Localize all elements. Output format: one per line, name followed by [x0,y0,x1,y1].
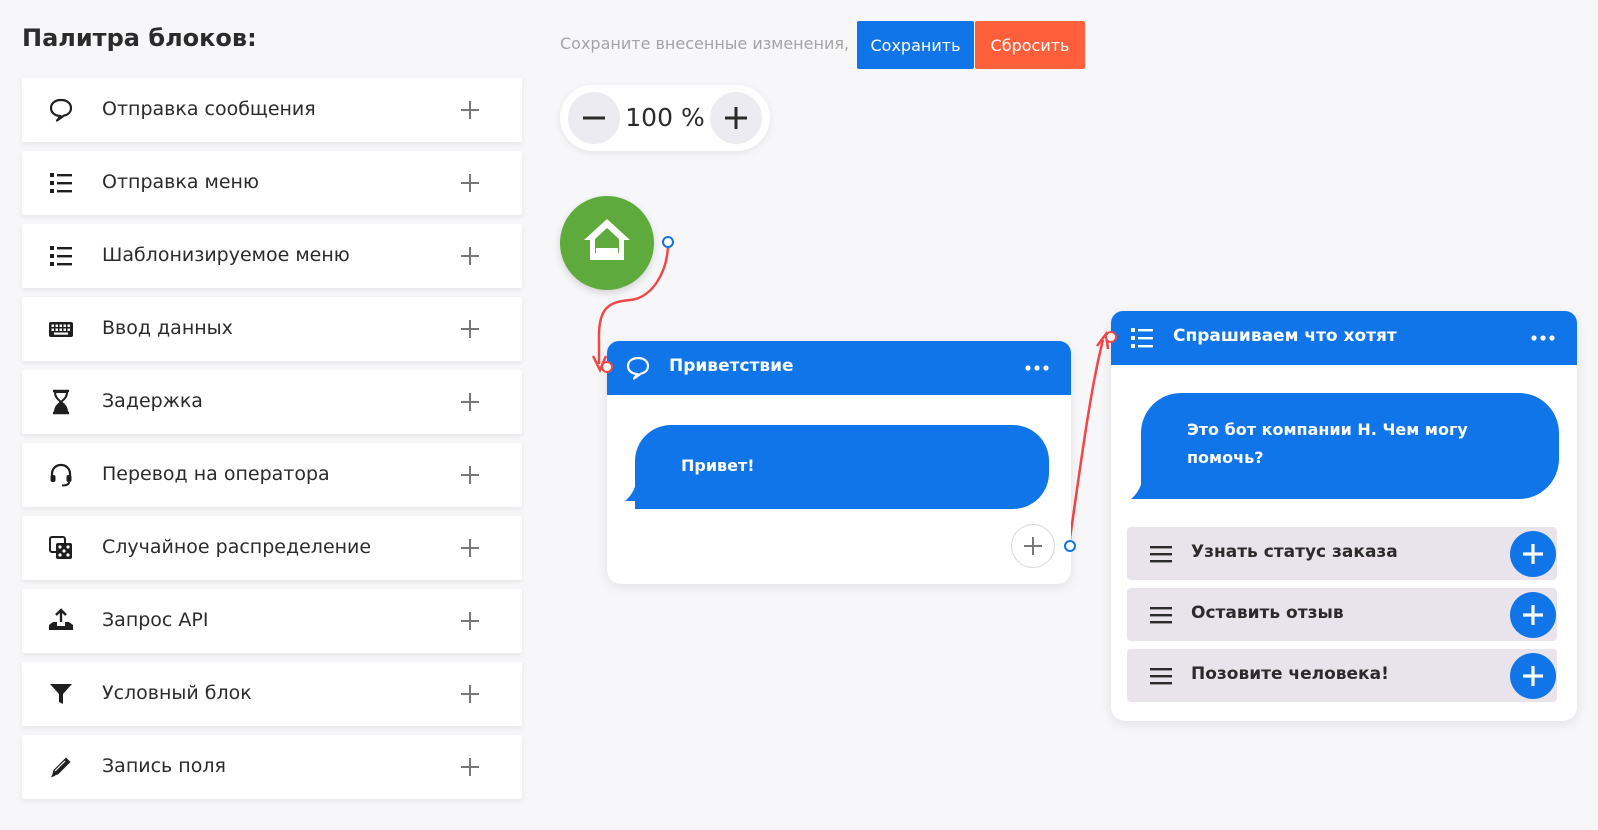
plus-icon [1523,666,1543,686]
message-text: Привет! [681,456,755,475]
connector-greeting-to-menu [1067,339,1105,546]
menu-option-label: Позовите человека! [1191,664,1389,684]
message-text: Это бот компании Н. Чем могу [1187,420,1468,439]
menu-option-label: Оставить отзыв [1191,603,1344,623]
speech-bubble-icon [626,356,650,380]
start-node[interactable] [560,196,654,290]
menu-option-label: Узнать статус заказа [1191,542,1398,562]
add-option-branch-button[interactable] [1510,653,1556,699]
node-title: Спрашиваем что хотят [1173,326,1397,346]
node-header[interactable]: Приветствие [607,341,1071,395]
add-step-button[interactable] [1011,524,1055,568]
menu-option[interactable]: Узнать статус заказа [1127,527,1557,580]
plus-icon [1523,544,1543,564]
add-option-branch-button[interactable] [1510,531,1556,577]
drag-handle-icon[interactable] [1149,665,1173,687]
drag-handle-icon[interactable] [1149,543,1173,565]
message-text: помочь? [1187,448,1264,467]
home-icon [584,219,630,260]
message-bubble[interactable]: Привет! [635,425,1049,509]
more-options-icon[interactable] [1025,365,1049,371]
plus-icon [1523,605,1543,625]
message-bubble[interactable]: Это бот компании Н. Чем могу помочь? [1141,393,1559,499]
menu-option[interactable]: Позовите человека! [1127,649,1557,702]
plus-icon [1024,537,1042,555]
menu-node[interactable]: Спрашиваем что хотят Это бот компании Н.… [1111,311,1577,721]
menu-input-port[interactable] [1105,331,1117,343]
drag-handle-icon[interactable] [1149,604,1173,626]
node-header[interactable]: Спрашиваем что хотят [1111,311,1577,365]
more-options-icon[interactable] [1531,335,1555,341]
list-icon [1131,328,1153,348]
greeting-node[interactable]: Приветствие Привет! [607,341,1071,584]
greeting-input-port[interactable] [601,361,613,373]
node-title: Приветствие [669,356,794,376]
start-output-port[interactable] [662,236,674,248]
add-option-branch-button[interactable] [1510,592,1556,638]
menu-option[interactable]: Оставить отзыв [1127,588,1557,641]
greeting-output-port[interactable] [1064,540,1076,552]
